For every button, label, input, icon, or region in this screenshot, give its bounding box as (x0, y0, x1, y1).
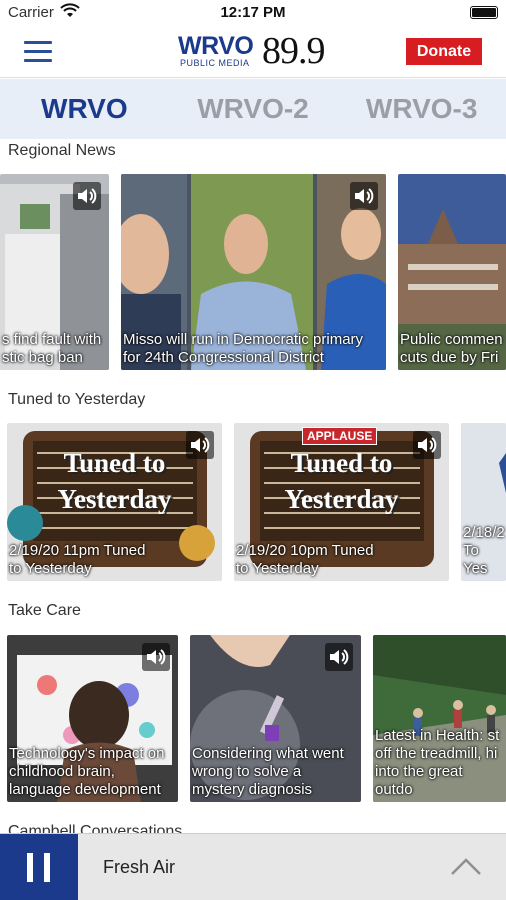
logo-brand: WRVO (178, 32, 254, 60)
program-card[interactable]: 2/18/2 To Yes (461, 423, 506, 581)
card-caption: Technology's impact on childhood brain, … (9, 745, 165, 798)
station-tabs: WRVO WRVO-2 WRVO-3 (0, 79, 506, 139)
card-caption: s find fault with stic bag ban (2, 331, 102, 366)
status-time: 12:17 PM (220, 4, 286, 21)
now-playing-title: Fresh Air (103, 857, 176, 877)
card-caption: 2/19/20 11pm Tuned to Yesterday (9, 542, 146, 577)
hamburger-menu-icon[interactable] (24, 41, 52, 63)
news-card[interactable]: s find fault with stic bag ban (0, 174, 109, 370)
card-caption: Latest in Health: st off the treadmill, … (375, 727, 500, 798)
article-card[interactable]: Latest in Health: st off the treadmill, … (373, 635, 506, 802)
section-title: Regional News (8, 142, 116, 159)
program-card[interactable]: APPLAUSE Tuned to Yesterday 2/19/20 10pm… (234, 423, 449, 581)
tab-wrvo[interactable]: WRVO (0, 79, 169, 139)
logo-frequency: 89.9 (262, 30, 325, 72)
article-card[interactable]: Technology's impact on childhood brain, … (7, 635, 178, 802)
station-logo: WRVO PUBLIC MEDIA 89.9 (178, 30, 338, 73)
card-caption: Misso will run in Democratic primary for… (123, 331, 364, 366)
audio-speaker-icon[interactable] (413, 431, 441, 459)
card-caption: 2/18/2 To Yes (463, 524, 505, 577)
article-card[interactable]: Considering what went wrong to solve a m… (190, 635, 361, 802)
card-caption: 2/19/20 10pm Tuned to Yesterday (236, 542, 374, 577)
pause-button[interactable] (0, 834, 78, 900)
audio-speaker-icon[interactable] (350, 182, 378, 210)
status-bar: Carrier 12:17 PM (0, 0, 506, 26)
donate-button[interactable]: Donate (406, 38, 482, 65)
battery-icon (470, 6, 498, 19)
logo-subtitle: PUBLIC MEDIA (180, 58, 250, 68)
audio-speaker-icon[interactable] (325, 643, 353, 671)
applause-badge: APPLAUSE (302, 427, 378, 445)
tab-wrvo-3[interactable]: WRVO-3 (337, 79, 506, 139)
section-title: Take Care (8, 602, 81, 619)
tab-wrvo-2[interactable]: WRVO-2 (169, 79, 338, 139)
program-card[interactable]: Tuned to Yesterday 2/19/20 11pm Tuned to… (7, 423, 222, 581)
section-title: Tuned to Yesterday (8, 391, 146, 408)
audio-speaker-icon[interactable] (142, 643, 170, 671)
audio-speaker-icon[interactable] (186, 431, 214, 459)
news-card[interactable]: Misso will run in Democratic primary for… (121, 174, 386, 370)
card-caption: Public commen cuts due by Fri (400, 331, 503, 366)
nav-bar: WRVO PUBLIC MEDIA 89.9 Donate (0, 26, 506, 78)
app-screen: Carrier 12:17 PM WRVO PUBLIC MEDIA 89.9 … (0, 0, 506, 900)
audio-speaker-icon[interactable] (73, 182, 101, 210)
now-playing-bar: Fresh Air (0, 833, 506, 900)
news-card[interactable]: Public commen cuts due by Fri (398, 174, 506, 370)
chevron-up-icon[interactable] (450, 852, 482, 884)
card-caption: Considering what went wrong to solve a m… (192, 745, 344, 798)
